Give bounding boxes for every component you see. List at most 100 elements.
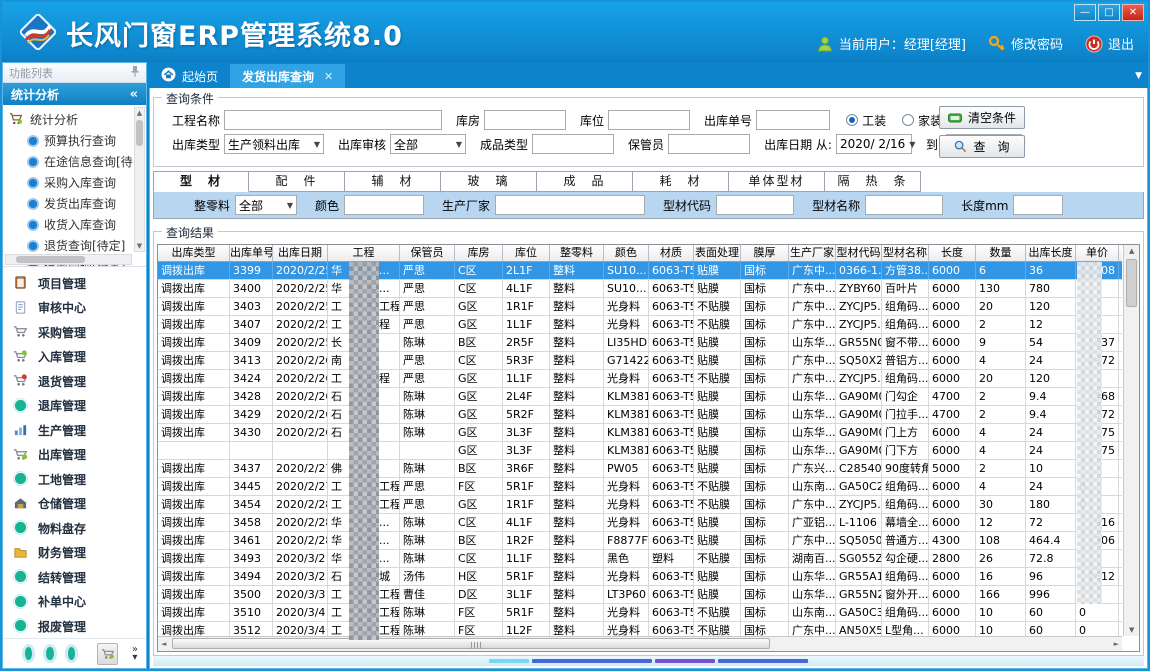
sidebar-module-item[interactable]: 结转管理 xyxy=(13,565,146,590)
column-header[interactable]: 材质 xyxy=(649,245,694,261)
sidebar-module-item[interactable]: 生产管理 xyxy=(13,418,146,443)
table-row[interactable]: 调拨出库35102020/3/4工共工程陈琳F区5R1F整料光身料6063-T5… xyxy=(158,604,1122,622)
material-tab[interactable]: 型 材 xyxy=(153,171,249,192)
manufacturer-input[interactable] xyxy=(495,195,645,215)
material-tab[interactable]: 辅 材 xyxy=(345,171,441,192)
column-header[interactable]: 出库长度 xyxy=(1026,245,1076,261)
material-tab[interactable]: 玻 璃 xyxy=(441,171,537,192)
column-header[interactable]: 工程 xyxy=(328,245,400,261)
toolbar-circle-icon[interactable] xyxy=(25,647,32,660)
column-header[interactable]: 出库单号 xyxy=(230,245,273,261)
scroll-up-icon[interactable]: ▲ xyxy=(1129,247,1134,255)
grid-vertical-scrollbar[interactable]: ▲ ▼ xyxy=(1123,245,1139,636)
sidebar-module-item[interactable]: 财务管理 xyxy=(13,541,146,566)
sidebar-module-item[interactable]: 入库管理 xyxy=(13,345,146,370)
sidebar-module-item[interactable]: 报废管理 xyxy=(13,614,146,638)
sidebar-module-item[interactable]: 退货管理 xyxy=(13,369,146,394)
project-name-input[interactable] xyxy=(224,110,442,130)
table-row[interactable]: 调拨出库34132020/2/26南...严思C区5R3F整料G71422606… xyxy=(158,352,1122,370)
column-header[interactable]: 出库类型 xyxy=(158,245,230,261)
logout-button[interactable]: 退出 xyxy=(1085,34,1134,53)
table-row[interactable]: G区3L3F整料KLM38176063-T5贴膜国标山东华...GA90M09.… xyxy=(158,442,1122,460)
tree-item[interactable]: 发货出库查询 xyxy=(9,193,132,214)
sidebar-module-item[interactable]: 物料盘存 xyxy=(13,516,146,541)
tree-item[interactable]: 退货查询[待定] xyxy=(9,235,132,256)
sidebar-module-item[interactable]: 采购管理 xyxy=(13,320,146,345)
scroll-right-icon[interactable]: ► xyxy=(1114,640,1119,648)
whole-piece-select[interactable]: 全部▼ xyxy=(235,195,297,215)
location-input[interactable] xyxy=(608,110,690,130)
scroll-left-icon[interactable]: ◄ xyxy=(161,640,166,648)
maximize-button[interactable]: □ xyxy=(1098,4,1120,21)
column-header[interactable]: 库位 xyxy=(503,245,550,261)
close-button[interactable]: ✕ xyxy=(1122,4,1144,21)
material-tab[interactable]: 单体型材 xyxy=(729,171,825,192)
sidebar-module-item[interactable]: 审核中心 xyxy=(13,296,146,321)
table-row[interactable]: 调拨出库34932020/3/2华原...陈琳C区1L1F整料黑色塑料不贴膜国标… xyxy=(158,550,1122,568)
table-row[interactable]: 调拨出库34542020/2/28工共工程严思G区1R1F整料光身料6063-T… xyxy=(158,496,1122,514)
product-type-input[interactable] xyxy=(532,134,614,154)
outbound-type-select[interactable]: 生产领料出库▼ xyxy=(224,134,324,154)
column-header[interactable]: 型材代码 xyxy=(836,245,882,261)
material-tab[interactable]: 耗 材 xyxy=(633,171,729,192)
column-header[interactable]: 出库日期 xyxy=(273,245,328,261)
close-tab-icon[interactable]: ✕ xyxy=(324,70,333,83)
table-row[interactable]: 调拨出库34302020/2/26石城陈琳G区3L3F整料KLM38176063… xyxy=(158,424,1122,442)
sidebar-module-item[interactable]: 补单中心 xyxy=(13,590,146,615)
column-header[interactable]: 金 xyxy=(1119,245,1122,261)
order-no-input[interactable] xyxy=(756,110,830,130)
toolbar-circle-icon[interactable] xyxy=(68,647,75,660)
scroll-up-icon[interactable]: ▲ xyxy=(135,109,144,117)
grid-horizontal-scrollbar[interactable]: ◄ ► xyxy=(158,636,1122,651)
toolbar-cart-button[interactable] xyxy=(97,643,117,665)
outbound-audit-select[interactable]: 全部▼ xyxy=(390,134,466,154)
change-password-link[interactable]: 修改密码 xyxy=(988,34,1063,53)
toolbar-circle-icon[interactable] xyxy=(46,647,53,660)
table-row[interactable]: 调拨出库34032020/2/25工共工程严思G区1R1F整料光身料6063-T… xyxy=(158,298,1122,316)
radio-gongzhuang[interactable]: 工装 xyxy=(846,112,886,129)
tree-item[interactable]: 收货入库查询 xyxy=(9,214,132,235)
table-row[interactable]: 调拨出库34942020/3/2石辉城汤伟H区5R1F整料光身料6063-T5贴… xyxy=(158,568,1122,586)
column-header[interactable]: 长度 xyxy=(929,245,976,261)
tree-item[interactable]: 在途信息查询[待 xyxy=(9,151,132,172)
column-header[interactable]: 单价 xyxy=(1076,245,1119,261)
sidebar-module-item[interactable]: 退库管理 xyxy=(13,394,146,419)
warehouse-input[interactable] xyxy=(484,110,566,130)
scroll-down-icon[interactable]: ▼ xyxy=(1129,626,1134,634)
table-row[interactable]: 调拨出库34002020/2/25华原...严思C区4L1F整料SU10...6… xyxy=(158,280,1122,298)
pin-icon[interactable] xyxy=(130,65,140,80)
section-header-statistics[interactable]: 统计分析 « xyxy=(3,83,146,105)
column-header[interactable]: 整零料 xyxy=(550,245,604,261)
profile-code-input[interactable] xyxy=(716,195,794,215)
sidebar-module-item[interactable]: 仓储管理 xyxy=(13,492,146,517)
column-header[interactable]: 库房 xyxy=(455,245,503,261)
column-header[interactable]: 表面处理 xyxy=(694,245,741,261)
sidebar-module-item[interactable]: 工地管理 xyxy=(13,467,146,492)
scroll-down-icon[interactable]: ▼ xyxy=(135,242,144,250)
collapse-icon[interactable]: « xyxy=(130,87,138,102)
table-row[interactable]: 调拨出库35002020/3/3工共工程曹佳D区3L1F整料LT3P606063… xyxy=(158,586,1122,604)
tree-horizontal-scrollbar[interactable] xyxy=(5,254,132,265)
search-button[interactable]: 查 询 xyxy=(939,135,1025,158)
toolbar-overflow-chevron[interactable]: »▾ xyxy=(132,646,138,662)
minimize-button[interactable]: — xyxy=(1074,4,1096,21)
table-row[interactable]: 调拨出库34582020/2/28华原...陈琳C区4L1F整料光身料6063-… xyxy=(158,514,1122,532)
profile-name-input[interactable] xyxy=(865,195,943,215)
tree-root[interactable]: 统计分析 xyxy=(9,109,132,130)
material-tab[interactable]: 隔 热 条 xyxy=(825,171,921,192)
length-input[interactable] xyxy=(1013,195,1063,215)
tab-shipment-outbound-query[interactable]: 发货出库查询 ✕ xyxy=(230,64,345,88)
tab-home[interactable]: 起始页 xyxy=(149,64,230,88)
column-header[interactable]: 颜色 xyxy=(604,245,649,261)
clear-conditions-button[interactable]: 清空条件 xyxy=(939,106,1025,129)
table-row[interactable]: 调拨出库34452020/2/27工共工程严思F区5R1F整料光身料6063-T… xyxy=(158,478,1122,496)
table-row[interactable]: 调拨出库34282020/2/26石城陈琳G区2L4F整料KLM38176063… xyxy=(158,388,1122,406)
sidebar-module-item[interactable]: 项目管理 xyxy=(13,271,146,296)
keeper-input[interactable] xyxy=(668,134,750,154)
table-row[interactable]: 调拨出库34292020/2/26石城陈琳G区5R2F整料KLM38176063… xyxy=(158,406,1122,424)
tree-item[interactable]: 采购入库查询 xyxy=(9,172,132,193)
date-from-picker[interactable]: 2020/ 2/16▼ xyxy=(836,134,912,154)
tree-item[interactable]: 预算执行查询 xyxy=(9,130,132,151)
material-tab[interactable]: 成 品 xyxy=(537,171,633,192)
table-row[interactable]: 调拨出库33992020/2/25华原...严思C区2L1F整料SU10...6… xyxy=(158,262,1122,280)
